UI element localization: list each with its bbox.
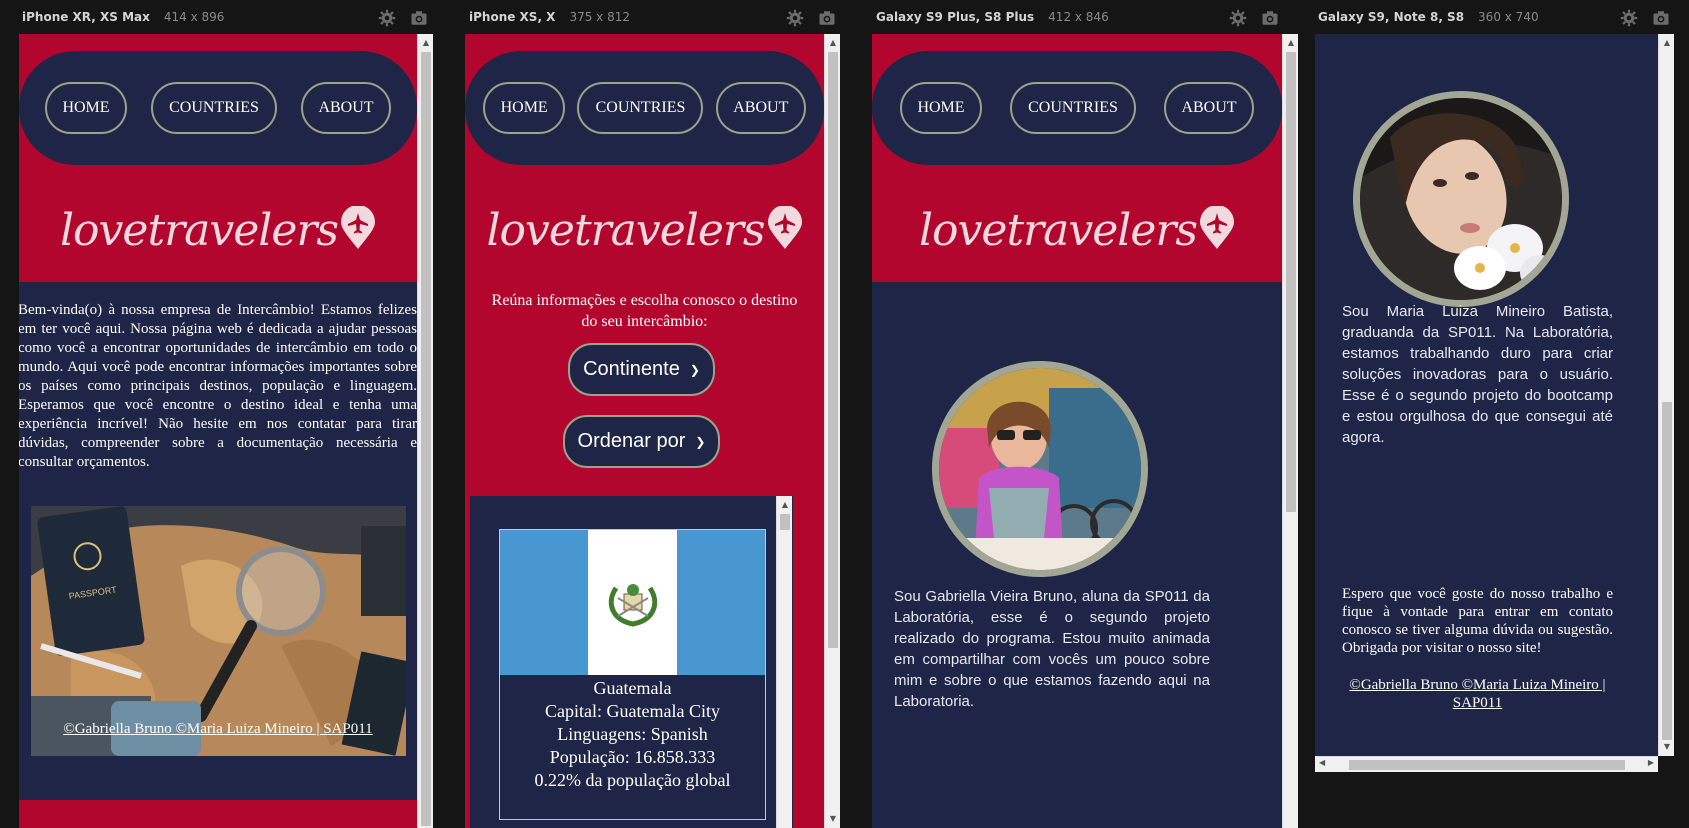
nav-bar: HOME COUNTRIES ABOUT [465,51,824,165]
flag-image [500,530,765,675]
footer-credits-link[interactable]: ©Gabriella Bruno ©Maria Luiza Mineiro | … [19,721,417,738]
device-size: 414 x 896 [163,10,225,24]
footer-credits-link[interactable]: ©Gabriella Bruno ©Maria Luiza Mineiro | … [1342,676,1613,712]
country-capital: Capital: Guatemala City [545,701,720,721]
nav-home-button[interactable]: HOME [483,82,566,134]
scroll-thumb[interactable] [1286,52,1296,512]
brand-logo: lovetravelers [872,192,1282,268]
order-select[interactable]: Ordenar por ❯ [563,415,720,468]
continent-select-value: Continente [583,358,680,380]
device-name: iPhone XR, XS Max [22,10,150,24]
scroll-up-icon[interactable]: ▲ [777,498,793,512]
settings-icon[interactable] [1229,9,1247,32]
camera-icon[interactable] [1261,9,1279,32]
nav-about-button[interactable]: ABOUT [301,82,391,134]
device-frame-about-1: HOME COUNTRIES ABOUT lovetravelers Sou G… [872,34,1282,828]
continent-select[interactable]: Continente ❯ [568,343,715,396]
brand-logo: lovetravelers [465,192,824,268]
nav-about-button[interactable]: ABOUT [1164,82,1254,134]
scroll-thumb[interactable] [421,52,431,826]
settings-icon[interactable] [786,9,804,32]
country-list-scrollbar[interactable]: ▲ [776,496,792,828]
settings-icon[interactable] [1620,9,1638,32]
plane-pin-icon [338,204,376,255]
scroll-up-icon[interactable]: ▲ [1659,36,1675,50]
device-tools-3 [1229,9,1279,32]
device-size: 360 x 740 [1478,10,1539,24]
nav-bar: HOME COUNTRIES ABOUT [19,51,417,165]
logo-text: lovetravelers [918,204,1198,256]
scrollbar-countries[interactable]: ▲ ▼ [824,34,840,828]
chevron-down-icon: ❯ [689,362,700,377]
scroll-up-icon[interactable]: ▲ [825,36,841,50]
nav-home-button[interactable]: HOME [900,82,982,134]
nav-countries-button[interactable]: COUNTRIES [1010,82,1136,134]
scroll-right-icon[interactable]: ▶ [1648,758,1654,767]
device-tools-1 [378,9,428,32]
camera-icon[interactable] [818,9,836,32]
device-frame-countries: HOME COUNTRIES ABOUT lovetravelers Reúna… [465,34,824,828]
camera-icon[interactable] [410,9,428,32]
scroll-down-icon[interactable]: ▼ [1659,740,1675,754]
scrollbar-about-2[interactable]: ▲ ▼ [1658,34,1674,756]
country-card[interactable]: Guatemala Capital: Guatemala City Lingua… [499,529,766,820]
device-size: 375 x 812 [569,10,630,24]
device-header-4: Galaxy S9, Note 8, S8 360 x 740 [1318,0,1539,34]
bio-gabriella: Sou Gabriella Vieira Bruno, aluna da SP0… [894,588,1210,710]
avatar-gabriella [932,361,1148,577]
welcome-text: Bem-vinda(o) à nossa empresa de Intercâm… [19,302,417,470]
device-frame-about-2: Sou Maria Luiza Mineiro Batista, graduan… [1315,34,1658,756]
nav-about-button[interactable]: ABOUT [715,82,806,134]
settings-icon[interactable] [378,9,396,32]
scroll-left-icon[interactable]: ◀ [1319,758,1325,767]
footer-band [19,800,417,828]
order-select-value: Ordenar por [577,430,686,452]
scrollbar-home[interactable]: ▲ [417,34,433,828]
device-name: iPhone XS, X [469,10,556,24]
brand-logo: lovetravelers [19,192,417,268]
device-header-1: iPhone XR, XS Max 414 x 896 [22,0,224,34]
device-name: Galaxy S9 Plus, S8 Plus [876,10,1035,24]
country-list: Guatemala Capital: Guatemala City Lingua… [470,496,793,828]
device-tools-2 [786,9,836,32]
scroll-thumb[interactable] [828,52,838,648]
device-name: Galaxy S9, Note 8, S8 [1318,10,1465,24]
hscroll-about-2[interactable]: ◀ ▶ [1315,756,1658,772]
chevron-down-icon: ❯ [695,434,706,449]
nav-countries-button[interactable]: COUNTRIES [151,82,277,134]
closing-message: Espero que você goste do nosso trabalho … [1342,586,1613,656]
nav-home-button[interactable]: HOME [45,82,127,134]
nav-bar: HOME COUNTRIES ABOUT [872,51,1282,165]
country-population: População: 16.858.333 [549,747,716,767]
world-map-image: PASSPORT [31,506,406,756]
plane-pin-icon [765,204,803,255]
bio-maria-luiza: Sou Maria Luiza Mineiro Batista, graduan… [1342,303,1613,446]
country-name: Guatemala [593,678,672,698]
device-header-3: Galaxy S9 Plus, S8 Plus 412 x 846 [876,0,1109,34]
device-tools-4 [1620,9,1670,32]
country-info: Guatemala Capital: Guatemala City Lingua… [500,677,765,792]
scroll-up-icon[interactable]: ▲ [418,36,434,50]
countries-prompt: Reúna informações e escolha conosco o de… [491,292,798,330]
scroll-down-icon[interactable]: ▼ [825,812,841,826]
scrollbar-about-1[interactable]: ▲ [1282,34,1298,828]
device-frame-home: HOME COUNTRIES ABOUT lovetravelers Bem-v… [19,34,417,828]
country-global-share: 0.22% da população global [534,770,731,790]
device-header-2: iPhone XS, X 375 x 812 [469,0,630,34]
device-size: 412 x 846 [1048,10,1109,24]
scroll-thumb[interactable] [1662,402,1672,740]
nav-countries-button[interactable]: COUNTRIES [577,82,704,134]
scroll-up-icon[interactable]: ▲ [1283,36,1299,50]
scroll-thumb[interactable] [780,514,790,530]
country-languages: Linguagens: Spanish [557,724,708,744]
scroll-thumb[interactable] [1349,760,1625,770]
avatar-maria-luiza [1353,91,1569,307]
logo-text: lovetravelers [486,204,765,256]
plane-pin-icon [1197,204,1235,255]
logo-text: lovetravelers [59,204,339,256]
camera-icon[interactable] [1652,9,1670,32]
